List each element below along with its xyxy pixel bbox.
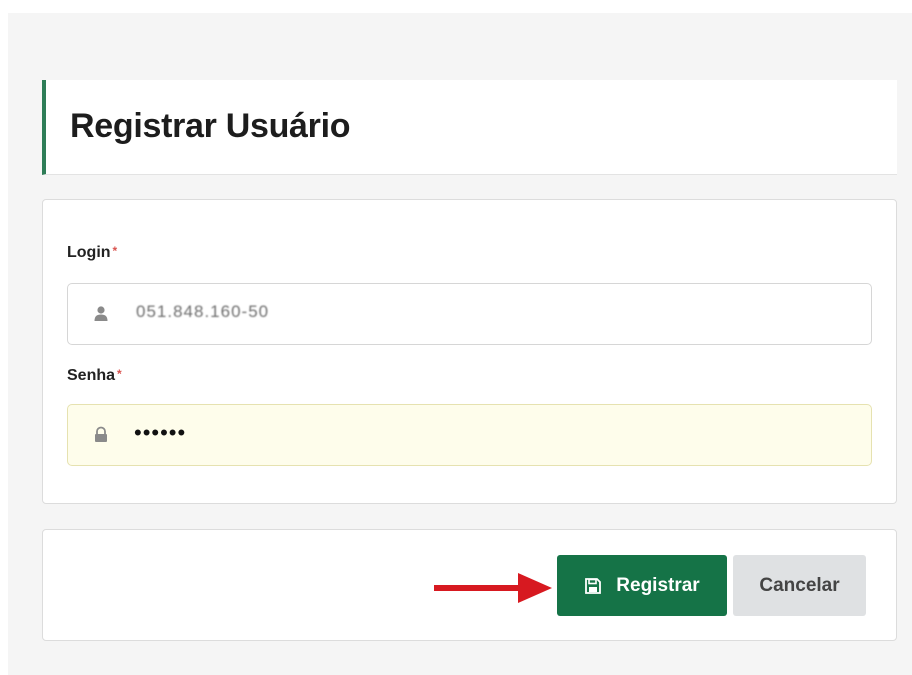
- required-mark: *: [112, 244, 118, 258]
- register-button-label: Registrar: [616, 574, 700, 596]
- lock-icon: [95, 426, 107, 442]
- password-label: Senha *: [67, 367, 122, 385]
- page-title: Registrar Usuário: [70, 107, 351, 145]
- password-label-text: Senha: [67, 367, 116, 384]
- password-value: ••••••: [134, 420, 187, 445]
- login-label: Login *: [67, 244, 117, 262]
- register-button[interactable]: Registrar: [557, 555, 727, 616]
- annotation-arrow-icon: [434, 573, 552, 603]
- cancel-button[interactable]: Cancelar: [733, 555, 866, 616]
- required-mark: *: [117, 367, 122, 381]
- title-card: Registrar Usuário: [42, 80, 897, 175]
- form-card: Login * 051.848.160-50 Senha * ••••••: [42, 199, 897, 504]
- password-field[interactable]: ••••••: [67, 404, 872, 466]
- login-label-text: Login: [67, 244, 111, 261]
- save-icon: [585, 577, 602, 594]
- login-value: 051.848.160-50: [136, 302, 270, 321]
- cancel-button-label: Cancelar: [759, 574, 840, 596]
- user-icon: [94, 306, 108, 321]
- login-field[interactable]: 051.848.160-50: [67, 283, 872, 345]
